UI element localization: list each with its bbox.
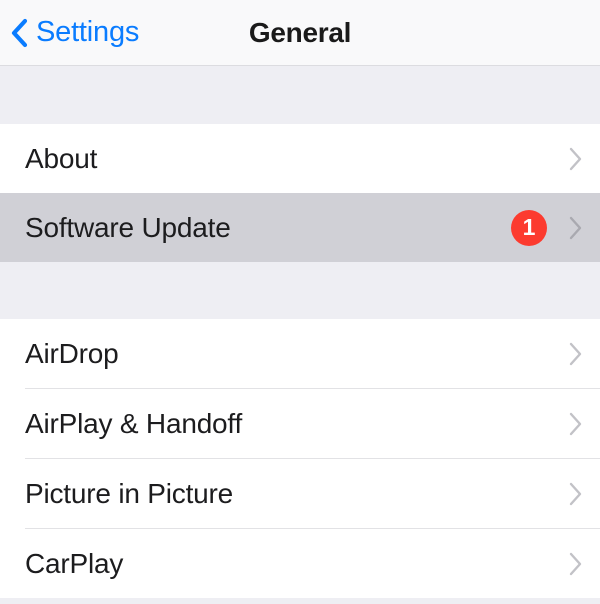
chevron-right-icon — [569, 147, 582, 171]
connectivity-group: AirDrop AirPlay & Handoff Picture in Pic… — [0, 319, 600, 598]
settings-general-screen: Settings General About Software Update 1 — [0, 0, 600, 604]
row-label: Software Update — [25, 211, 231, 243]
navigation-bar: Settings General — [0, 0, 600, 66]
row-airdrop[interactable]: AirDrop — [0, 319, 600, 388]
row-accessory — [569, 552, 582, 576]
row-accessory — [569, 342, 582, 366]
row-label: CarPlay — [25, 547, 124, 579]
chevron-right-icon — [569, 482, 582, 506]
row-accessory — [569, 482, 582, 506]
row-airplay-handoff[interactable]: AirPlay & Handoff — [0, 389, 600, 458]
back-to-settings-button[interactable]: Settings — [10, 0, 139, 65]
row-label: About — [25, 142, 98, 174]
row-about[interactable]: About — [0, 124, 600, 193]
back-button-label: Settings — [36, 16, 140, 48]
chevron-left-icon — [10, 18, 28, 48]
device-info-group: About Software Update 1 — [0, 124, 600, 262]
chevron-right-icon — [569, 342, 582, 366]
chevron-right-icon — [569, 412, 582, 436]
group-spacer-middle — [0, 262, 600, 319]
group-spacer-top — [0, 66, 600, 124]
update-badge-count: 1 — [511, 209, 547, 246]
row-accessory — [569, 412, 582, 436]
chevron-right-icon — [569, 552, 582, 576]
row-label: Picture in Picture — [25, 477, 234, 509]
row-carplay[interactable]: CarPlay — [0, 529, 600, 598]
row-accessory — [569, 147, 582, 171]
row-software-update[interactable]: Software Update 1 — [0, 193, 600, 262]
row-picture-in-picture[interactable]: Picture in Picture — [0, 459, 600, 528]
row-label: AirDrop — [25, 337, 119, 369]
chevron-right-icon — [569, 216, 582, 240]
row-accessory: 1 — [511, 209, 582, 246]
row-label: AirPlay & Handoff — [25, 407, 243, 439]
